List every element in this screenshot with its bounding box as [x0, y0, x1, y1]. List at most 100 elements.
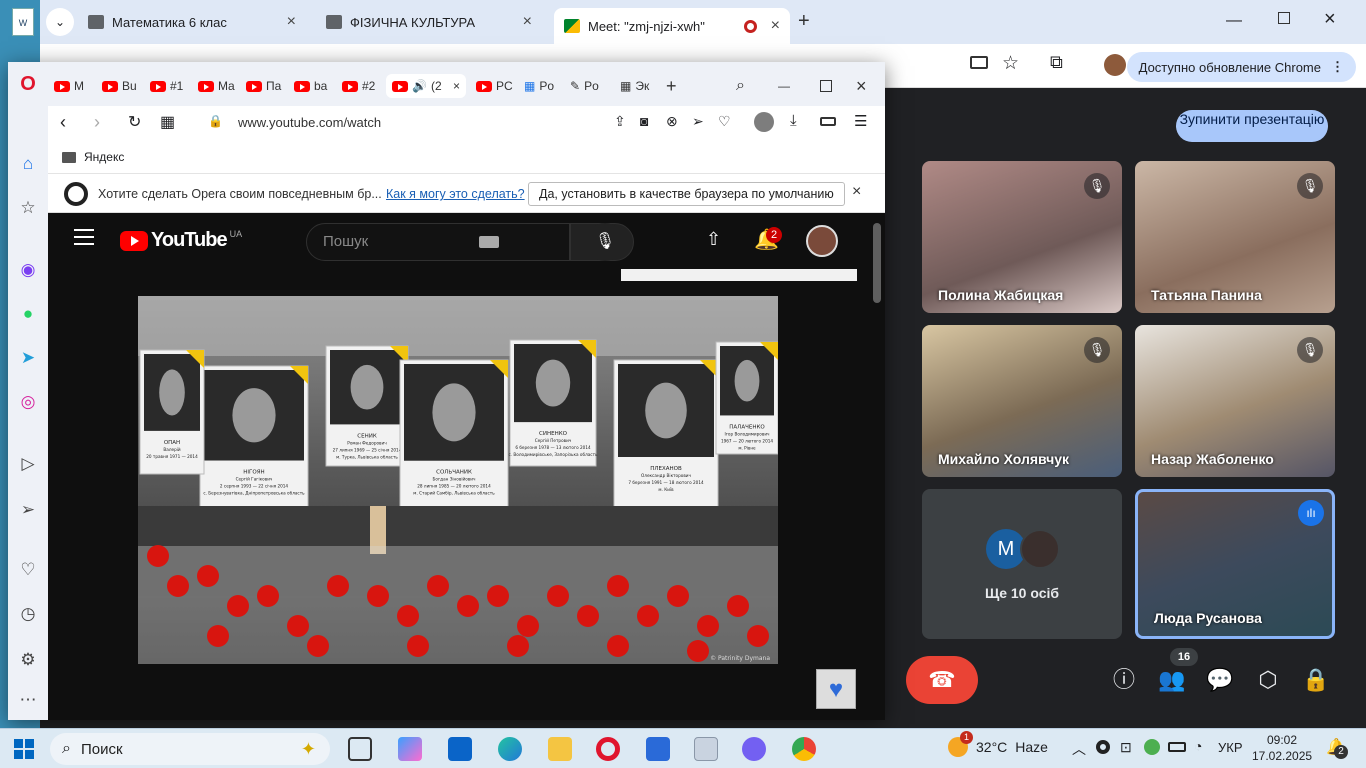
heart-icon[interactable]: ♡ — [16, 558, 40, 582]
minimize-icon[interactable]: — — [1226, 12, 1242, 30]
opera-tab[interactable]: ▦ Эк — [620, 74, 649, 98]
extensions-icon[interactable]: ⧉ — [1050, 52, 1063, 73]
adblock-icon[interactable]: ⊗ — [666, 113, 678, 130]
avatar[interactable] — [806, 225, 838, 257]
participant-tile-speaking[interactable]: ılı Люда Русанова — [1135, 489, 1335, 639]
tabs-grid-icon[interactable]: ▦ — [160, 112, 175, 132]
minimize-icon[interactable]: — — [778, 74, 790, 98]
youtube-logo[interactable]: YouTube UA — [120, 229, 242, 252]
opera-tab[interactable]: Па — [246, 74, 281, 98]
search-input[interactable]: Пошук — [323, 233, 368, 250]
maximize-icon[interactable] — [1278, 12, 1290, 24]
weather-widget[interactable]: 1 32°C Haze — [948, 731, 1048, 757]
tray-green-icon[interactable] — [1144, 739, 1160, 755]
desktop-document-icon[interactable]: W — [12, 8, 34, 36]
host-controls-icon[interactable]: 🔒 — [1296, 660, 1336, 700]
window-close-icon[interactable]: × — [856, 74, 867, 98]
taskbar-search[interactable]: ⌕ Поиск ✦ — [50, 733, 330, 765]
close-icon[interactable]: × — [523, 13, 532, 31]
more-vert-icon[interactable]: ⋮ — [1331, 59, 1344, 75]
opera-tab[interactable]: Bu — [102, 74, 137, 98]
opera-tab[interactable]: #1 — [150, 74, 183, 98]
update-chrome-button[interactable]: Доступно обновление Chrome ⋮ — [1126, 52, 1356, 82]
share-icon[interactable]: ⇪ — [614, 113, 626, 130]
new-tab-button[interactable]: + — [798, 10, 810, 33]
opera-tab[interactable]: Ma — [198, 74, 235, 98]
participant-tile[interactable]: 🎙 Татьяна Панина — [1135, 161, 1335, 313]
tray-app-icon[interactable]: ⊡ — [1120, 739, 1132, 756]
chrome-taskbar-icon[interactable] — [792, 737, 816, 761]
participant-tile[interactable]: 🎙 Михайло Холявчук — [922, 325, 1122, 477]
file-explorer-icon[interactable] — [548, 737, 572, 761]
wifi-icon[interactable]: ◔ — [1194, 738, 1202, 754]
tab-meet[interactable]: Meet: "zmj-njzi-xwh" × — [554, 8, 790, 44]
start-button[interactable] — [14, 739, 34, 759]
opera-tab[interactable]: M — [54, 74, 84, 98]
clock[interactable]: 09:02 17.02.2025 — [1252, 732, 1312, 764]
record-icon[interactable] — [1096, 740, 1110, 754]
download-icon[interactable]: ⤓ — [790, 112, 797, 129]
home-icon[interactable]: ⌂ — [16, 152, 40, 176]
activities-icon[interactable]: ⬡ — [1248, 660, 1288, 700]
hang-up-button[interactable]: ☎ — [906, 656, 978, 704]
forward-icon[interactable]: › — [94, 112, 100, 133]
close-icon[interactable]: × — [453, 79, 460, 93]
viber-icon[interactable] — [742, 737, 766, 761]
camera-icon[interactable] — [970, 56, 988, 69]
info-icon[interactable]: ⓘ — [1104, 660, 1144, 700]
telegram-icon[interactable]: ➤ — [16, 346, 40, 370]
keyboard-icon[interactable] — [479, 236, 499, 248]
instagram-icon[interactable]: ◎ — [16, 390, 40, 414]
edge-icon[interactable] — [498, 737, 522, 761]
profile-icon[interactable] — [754, 112, 774, 132]
bookmark-yandex[interactable]: Яндекс — [62, 150, 124, 164]
others-tile[interactable]: M Ще 10 осіб — [922, 489, 1122, 639]
language-indicator[interactable]: УКР — [1218, 740, 1243, 755]
video-player[interactable]: НІГОЯН Сергій Гагікович 2 серпня 1993 — 22… — [138, 296, 778, 664]
tab-list-dropdown[interactable]: ⌄ — [46, 8, 74, 36]
send-icon[interactable]: ➢ — [16, 498, 40, 522]
whatsapp-icon[interactable]: ● — [16, 302, 40, 326]
people-icon[interactable]: 👥 — [1152, 660, 1192, 700]
send-icon[interactable]: ➢ — [692, 113, 704, 130]
banner-help-link[interactable]: Как я могу это сделать? — [386, 187, 525, 201]
opera-tab[interactable]: ✎ Po — [570, 74, 599, 98]
star-icon[interactable]: ☆ — [1002, 52, 1019, 75]
copilot-icon[interactable] — [398, 737, 422, 761]
opera-tab[interactable]: #2 — [342, 74, 375, 98]
star-icon[interactable]: ☆ — [16, 196, 40, 220]
opera-tab[interactable]: ▦ Po — [524, 74, 554, 98]
youtube-search-box[interactable]: Пошук — [306, 223, 570, 261]
close-icon[interactable]: × — [287, 13, 296, 31]
url-field[interactable]: www.youtube.com/watch — [238, 115, 381, 130]
participant-tile[interactable]: 🎙 Полина Жабицкая — [922, 161, 1122, 313]
new-tab-button[interactable]: + — [666, 74, 677, 98]
tab-pe[interactable]: ФІЗИЧНА КУЛЬТУРА × — [316, 8, 542, 36]
snapshot-icon[interactable]: ◙ — [640, 113, 648, 129]
participant-tile[interactable]: 🎙 Назар Жаболенко — [1135, 325, 1335, 477]
more-icon[interactable]: ⋯ — [16, 688, 40, 712]
history-icon[interactable]: ◷ — [16, 602, 40, 626]
reload-icon[interactable]: ↻ — [128, 112, 141, 132]
window-close-icon[interactable]: × — [1324, 8, 1336, 31]
store-icon[interactable] — [646, 737, 670, 761]
stop-presenting-button[interactable]: Зупинити презентацію — [1176, 110, 1328, 142]
create-icon[interactable]: ⇧ — [706, 229, 721, 250]
opera-logo[interactable]: O — [16, 72, 40, 96]
battery-icon[interactable] — [820, 117, 836, 126]
task-view-icon[interactable] — [348, 737, 372, 761]
set-default-button[interactable]: Да, установить в качестве браузера по ум… — [528, 182, 845, 206]
opera-taskbar-icon[interactable] — [596, 737, 620, 761]
heart-icon[interactable]: ♡ — [718, 113, 731, 130]
menu-icon[interactable] — [74, 229, 94, 245]
outlook-icon[interactable] — [448, 737, 472, 761]
banner-close-button[interactable]: × — [852, 183, 861, 201]
player-icon[interactable]: ▷ — [16, 452, 40, 476]
scrollbar-thumb[interactable] — [873, 223, 881, 303]
messenger-icon[interactable]: ◉ — [16, 258, 40, 282]
tab-math[interactable]: Математика 6 клас × — [78, 8, 306, 36]
chevron-up-icon[interactable]: ︿ — [1072, 739, 1086, 759]
opera-tab-active[interactable]: 🔊 (2 × — [386, 74, 466, 98]
chat-icon[interactable]: 💬 — [1200, 660, 1240, 700]
profile-avatar[interactable] — [1104, 54, 1126, 76]
